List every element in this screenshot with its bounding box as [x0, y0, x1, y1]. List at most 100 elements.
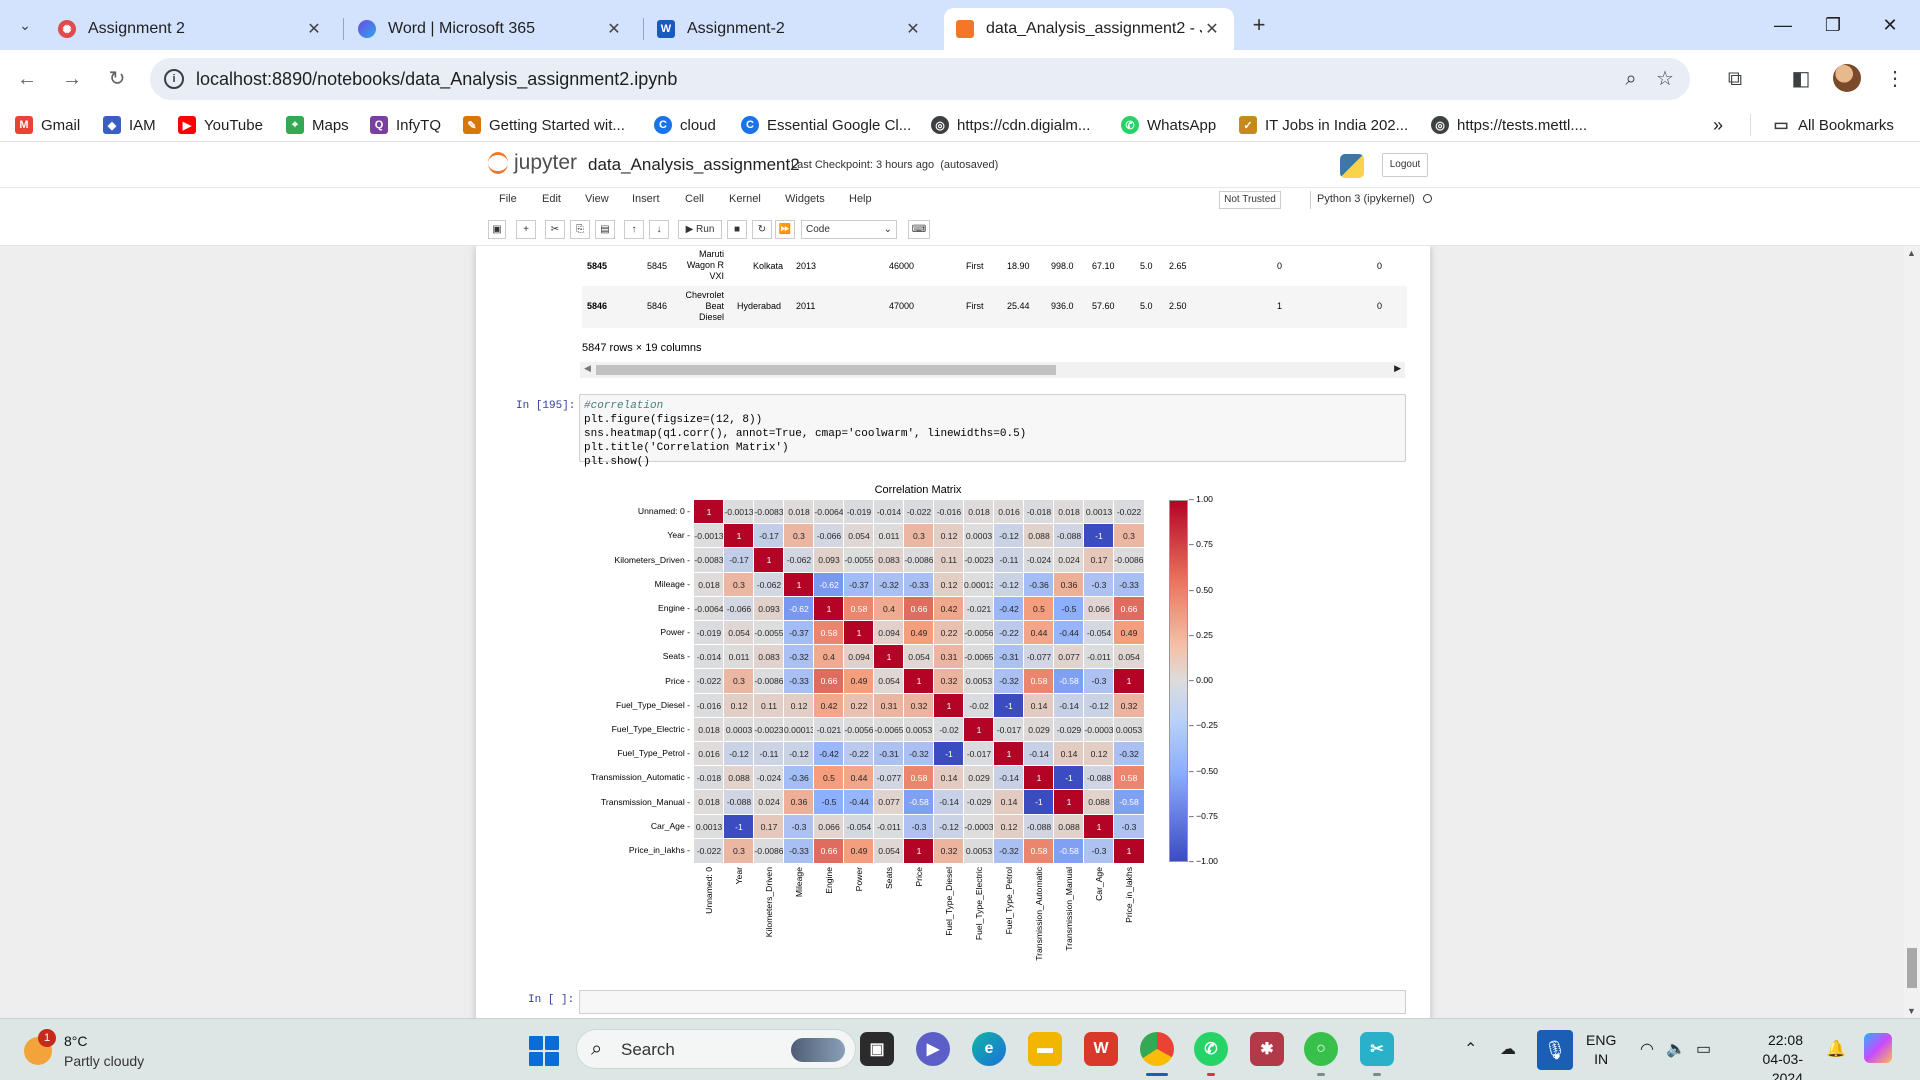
bookmark-cloud[interactable]: Ccloud	[654, 114, 716, 136]
bookmark-cdn-digialm[interactable]: ◎ https://cdn.digialm...	[931, 114, 1090, 136]
close-icon[interactable]: ✕	[604, 19, 624, 39]
tab-search-chevron-icon[interactable]: ⌄	[10, 10, 40, 40]
bookmark-essential-google-cloud[interactable]: C Essential Google Cl...	[741, 114, 911, 136]
interrupt-icon[interactable]: ■	[727, 220, 747, 239]
tab-jupyter-notebook[interactable]: data_Analysis_assignment2 - Ju ✕	[944, 8, 1234, 50]
bookmark-youtube[interactable]: ▶ YouTube	[178, 114, 263, 136]
heatmap-cell: -0.024	[753, 765, 785, 792]
microphone-icon[interactable]: 🎙	[1537, 1030, 1573, 1070]
back-arrow-icon[interactable]: ←	[12, 64, 42, 94]
reload-icon[interactable]: ↻	[102, 64, 132, 94]
zoom-icon[interactable]: ⌕	[1618, 66, 1644, 92]
volume-icon[interactable]: 🔈	[1666, 1039, 1686, 1059]
tab-word-m365[interactable]: Word | Microsoft 365 ✕	[346, 8, 636, 50]
not-trusted-indicator[interactable]: Not Trusted	[1219, 191, 1281, 209]
wifi-icon[interactable]: ◠	[1640, 1039, 1654, 1059]
snipping-tool-icon[interactable]: ✂	[1360, 1032, 1394, 1066]
teams-icon[interactable]: ▶	[916, 1032, 950, 1066]
forward-arrow-icon[interactable]: →	[57, 64, 87, 94]
all-bookmarks-button[interactable]: ▭ All Bookmarks	[1772, 114, 1893, 136]
scroll-up-icon[interactable]: ▲	[1907, 248, 1916, 258]
logout-button[interactable]: Logout	[1382, 153, 1428, 177]
cut-icon[interactable]: ✂	[545, 220, 565, 239]
run-button[interactable]: ▶ Run	[678, 220, 722, 239]
close-icon[interactable]: ✕	[903, 19, 923, 39]
menu-widgets[interactable]: Widgets	[785, 193, 825, 205]
notification-bell-icon[interactable]: 🔔	[1826, 1039, 1846, 1059]
scrollbar-thumb[interactable]	[1907, 948, 1917, 988]
menu-cell[interactable]: Cell	[685, 193, 704, 205]
menu-file[interactable]: File	[499, 193, 517, 205]
tab-assignment-2-word[interactable]: W Assignment-2 ✕	[645, 8, 935, 50]
new-tab-button[interactable]: +	[1245, 12, 1273, 40]
clock[interactable]: 22:08 04-03-2024	[1733, 1031, 1803, 1080]
url-text[interactable]: localhost:8890/notebooks/data_Analysis_a…	[196, 69, 677, 90]
whatsapp-icon[interactable]: ✆	[1194, 1032, 1228, 1066]
edge-icon[interactable]: e	[972, 1032, 1006, 1066]
bookmark-iam[interactable]: ◆ IAM	[103, 114, 156, 136]
bookmark-getting-started[interactable]: ✎ Getting Started wit...	[463, 114, 625, 136]
scroll-right-icon[interactable]: ▶	[1394, 363, 1401, 374]
site-info-icon[interactable]: i	[164, 69, 184, 89]
taskbar-search[interactable]: ⌕ Search	[576, 1029, 856, 1069]
save-icon[interactable]: ▣	[488, 220, 506, 239]
menu-help[interactable]: Help	[849, 193, 872, 205]
weather-widget[interactable]: 1 8°C Partly cloudy	[22, 1029, 182, 1073]
notebook-name[interactable]: data_Analysis_assignment2	[588, 155, 800, 175]
menu-kernel[interactable]: Kernel	[729, 193, 761, 205]
bookmark-gmail[interactable]: M Gmail	[15, 114, 80, 136]
file-explorer-icon[interactable]: ▬	[1028, 1032, 1062, 1066]
scrollbar-thumb[interactable]	[596, 365, 1056, 375]
bookmark-it-jobs[interactable]: ✓ IT Jobs in India 202...	[1239, 114, 1408, 136]
empty-code-cell[interactable]	[579, 990, 1406, 1014]
tab-assignment-2[interactable]: ✺ Assignment 2 ✕	[46, 8, 336, 50]
bookmark-label: IT Jobs in India 202...	[1265, 116, 1409, 134]
dataframe-horizontal-scrollbar[interactable]: ◀ ▶	[580, 362, 1405, 378]
scroll-left-icon[interactable]: ◀	[584, 363, 591, 374]
move-up-icon[interactable]: ↑	[624, 220, 644, 239]
language-indicator[interactable]: ENG IN	[1586, 1031, 1616, 1069]
restart-run-all-icon[interactable]: ⏩	[775, 220, 795, 239]
move-down-icon[interactable]: ↓	[649, 220, 669, 239]
bookmark-tests-mettl[interactable]: ◎ https://tests.mettl....	[1431, 114, 1587, 136]
menu-view[interactable]: View	[585, 193, 609, 205]
start-windows-icon[interactable]	[529, 1036, 559, 1066]
menu-edit[interactable]: Edit	[542, 193, 561, 205]
bookmarks-overflow-icon[interactable]: »	[1713, 114, 1723, 136]
bookmark-star-icon[interactable]: ☆	[1652, 66, 1678, 92]
onedrive-icon[interactable]: ☁	[1500, 1039, 1516, 1059]
bookmark-whatsapp[interactable]: ✆ WhatsApp	[1121, 114, 1216, 136]
side-panel-icon[interactable]: ◧	[1786, 64, 1816, 94]
bookmark-infytq[interactable]: Q InfyTQ	[370, 114, 441, 136]
keyboard-icon[interactable]: ⌨	[908, 220, 930, 239]
close-icon[interactable]: ✕	[304, 19, 324, 39]
jupyter-logo[interactable]: jupyter	[488, 151, 577, 175]
cell-type-select[interactable]: Code ⌄	[801, 220, 897, 239]
restart-icon[interactable]: ↻	[752, 220, 772, 239]
task-view-icon[interactable]: ▣	[860, 1032, 894, 1066]
page-vertical-scrollbar[interactable]: ▲ ▼	[1904, 246, 1920, 1018]
office-icon[interactable]: W	[1084, 1032, 1118, 1066]
menu-insert[interactable]: Insert	[632, 193, 660, 205]
battery-icon[interactable]: ▭	[1696, 1039, 1711, 1059]
scroll-down-icon[interactable]: ▼	[1907, 1006, 1916, 1016]
app-ring-icon[interactable]: ○	[1304, 1032, 1338, 1066]
heatmap-x-label: Fuel_Type_Diesel	[944, 867, 954, 936]
window-close-icon[interactable]: ✕	[1870, 10, 1910, 40]
profile-avatar[interactable]	[1833, 64, 1861, 92]
close-icon[interactable]: ✕	[1202, 19, 1222, 39]
chrome-menu-icon[interactable]: ⋮	[1880, 64, 1910, 94]
app-icon[interactable]: ✱	[1250, 1032, 1284, 1066]
code-cell-input[interactable]: #correlation plt.figure(figsize=(12, 8))…	[579, 394, 1406, 468]
bookmark-maps[interactable]: ⌖ Maps	[286, 114, 349, 136]
address-bar[interactable]: i localhost:8890/notebooks/data_Analysis…	[150, 58, 1690, 100]
paste-icon[interactable]: ▤	[595, 220, 615, 239]
restore-icon[interactable]: ❐	[1813, 10, 1853, 40]
insert-cell-icon[interactable]: +	[516, 220, 536, 239]
minimize-icon[interactable]: —	[1763, 10, 1803, 40]
show-hidden-icons-icon[interactable]: ⌃	[1464, 1039, 1477, 1059]
copilot-icon[interactable]	[1864, 1033, 1892, 1063]
extensions-icon[interactable]: ⧉	[1720, 64, 1750, 94]
chrome-icon[interactable]	[1140, 1032, 1174, 1066]
copy-icon[interactable]: ⎘	[570, 220, 590, 239]
